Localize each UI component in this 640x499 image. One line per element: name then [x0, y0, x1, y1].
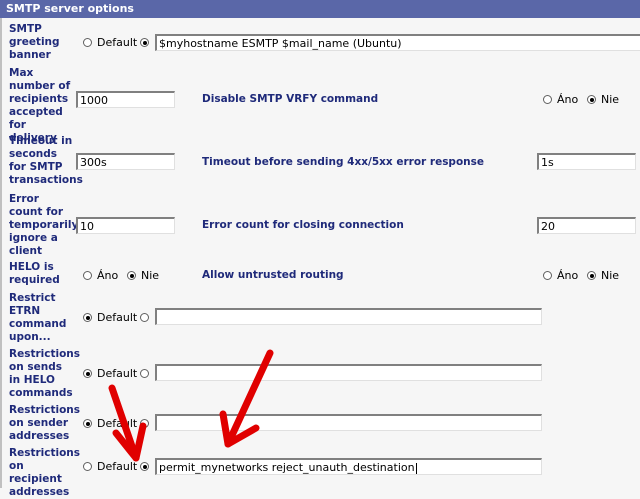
annotation-arrows — [108, 349, 274, 462]
